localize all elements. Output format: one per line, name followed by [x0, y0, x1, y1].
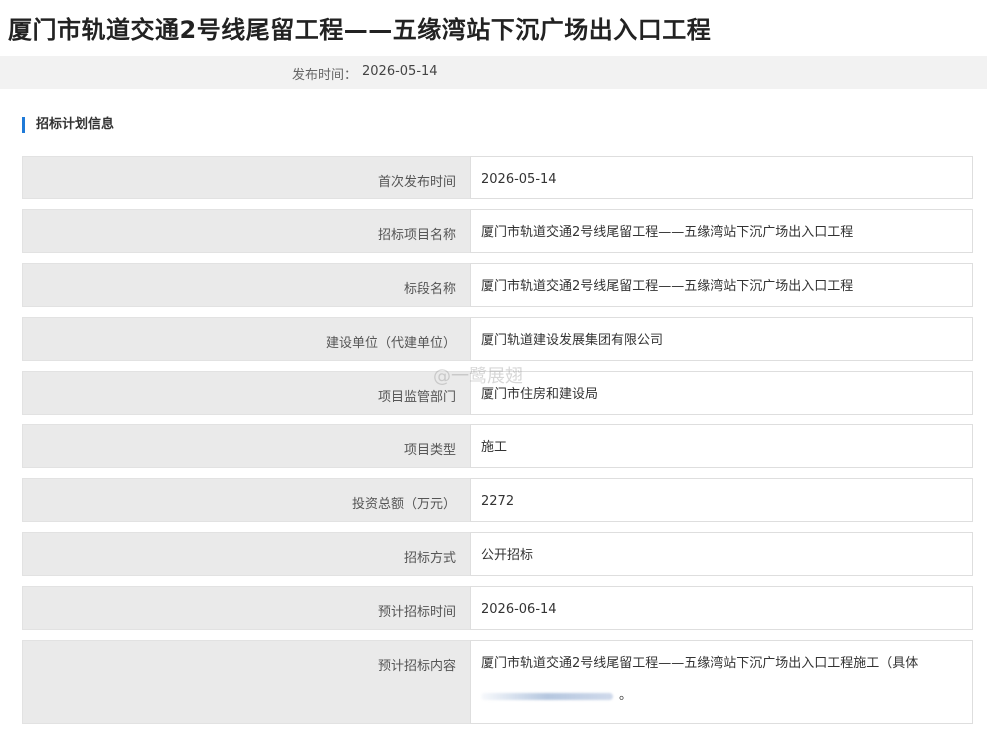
row-value: 厦门市轨道交通2号线尾留工程——五缘湾站下沉广场出入口工程施工（具体 。	[470, 640, 973, 724]
publish-info-bar: 发布时间： 2026-05-14	[0, 56, 987, 89]
info-row-project-name: 招标项目名称 厦门市轨道交通2号线尾留工程——五缘湾站下沉广场出入口工程	[22, 209, 973, 253]
row-label: 投资总额（万元）	[22, 478, 470, 522]
publish-date-value: 2026-05-14	[362, 64, 438, 79]
row-label: 项目类型	[22, 424, 470, 468]
row-value: 厦门市轨道交通2号线尾留工程——五缘湾站下沉广场出入口工程	[470, 263, 973, 307]
row-label: 招标方式	[22, 532, 470, 576]
row-label: 招标项目名称	[22, 209, 470, 253]
info-row-section-name: 标段名称 厦门市轨道交通2号线尾留工程——五缘湾站下沉广场出入口工程	[22, 263, 973, 307]
row-label: 建设单位（代建单位）	[22, 317, 470, 361]
row-label: 首次发布时间	[22, 156, 470, 199]
row-value: 公开招标	[470, 532, 973, 576]
section-title: 招标计划信息	[22, 117, 114, 133]
row-value-text: 厦门市轨道交通2号线尾留工程——五缘湾站下沉广场出入口工程施工（具体	[481, 656, 919, 671]
row-value: 厦门市住房和建设局	[470, 371, 973, 415]
row-value: 厦门市轨道交通2号线尾留工程——五缘湾站下沉广场出入口工程	[470, 209, 973, 253]
row-value-end: 。	[619, 688, 633, 703]
info-row-total-investment: 投资总额（万元） 2272	[22, 478, 973, 522]
info-row-expected-tender-time: 预计招标时间 2026-06-14	[22, 586, 973, 630]
page-title: 厦门市轨道交通2号线尾留工程——五缘湾站下沉广场出入口工程	[8, 16, 712, 44]
info-row-first-publish-time: 首次发布时间 2026-05-14	[22, 156, 973, 199]
row-value: 2026-06-14	[470, 586, 973, 630]
publish-date-label: 发布时间：	[292, 68, 358, 83]
row-value: 2272	[470, 478, 973, 522]
watermark: @一鹭展翅	[433, 366, 523, 387]
row-value: 2026-05-14	[470, 156, 973, 199]
info-row-tender-method: 招标方式 公开招标	[22, 532, 973, 576]
row-label: 预计招标内容	[22, 640, 470, 724]
row-value-continuation: 。	[481, 687, 972, 705]
row-value: 厦门轨道建设发展集团有限公司	[470, 317, 973, 361]
row-label: 预计招标时间	[22, 586, 470, 630]
row-value: 施工	[470, 424, 973, 468]
info-row-expected-tender-content: 预计招标内容 厦门市轨道交通2号线尾留工程——五缘湾站下沉广场出入口工程施工（具…	[22, 640, 973, 724]
row-label: 项目监管部门	[22, 371, 470, 415]
row-label: 标段名称	[22, 263, 470, 307]
info-row-construction-unit: 建设单位（代建单位） 厦门轨道建设发展集团有限公司	[22, 317, 973, 361]
info-row-project-type: 项目类型 施工	[22, 424, 973, 468]
blurred-text	[481, 692, 613, 700]
